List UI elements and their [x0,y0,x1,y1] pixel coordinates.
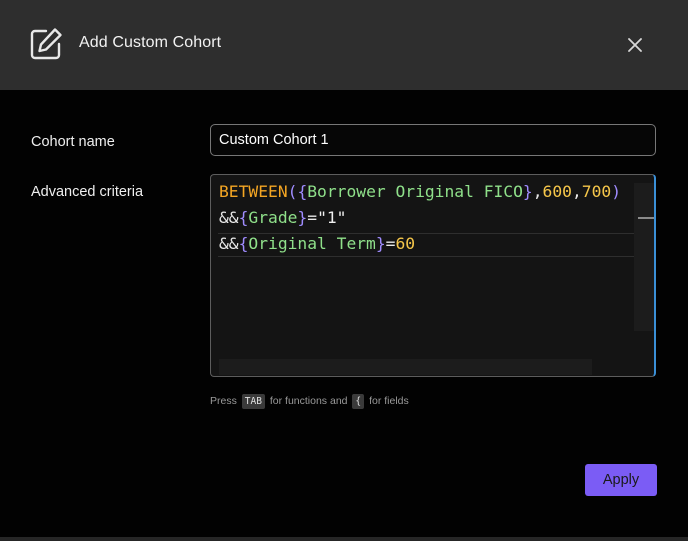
code-token: } [375,234,386,253]
code-token: 700 [581,182,612,201]
code-line-3: &&{Original Term}=60 [219,232,415,256]
cohort-name-label: Cohort name [31,134,115,150]
code-token: ) [611,182,621,201]
code-token: "1" [317,208,347,227]
tab-key-badge: TAB [241,394,265,409]
code-token: 60 [395,234,416,253]
brace-key-badge: { [352,394,365,409]
code-token: && [219,234,239,253]
hint-suffix: for fields [369,395,409,407]
code-token: } [522,182,533,201]
add-custom-cohort-dialog: Add Custom Cohort Cohort name Advanced c… [0,0,688,541]
code-line-1: BETWEEN({Borrower Original FICO},600,700… [219,180,621,204]
code-token: = [307,208,318,227]
code-token: ( [287,182,298,201]
bottom-divider [0,537,688,541]
code-line-2: &&{Grade}="1" [219,206,346,230]
dialog-header: Add Custom Cohort [0,0,688,90]
hint-prefix: Press [210,395,237,407]
horizontal-scrollbar[interactable] [219,359,592,375]
code-token: Borrower Original FICO [307,182,523,201]
edit-icon [30,28,62,60]
code-token: { [238,208,249,227]
code-token: && [219,208,239,227]
code-token: 600 [542,182,572,201]
code-token: Original Term [248,234,376,253]
vertical-scrollbar-thumb[interactable] [638,217,654,219]
code-token: , [571,182,582,201]
dialog-title: Add Custom Cohort [79,34,222,51]
advanced-criteria-label: Advanced criteria [31,184,144,200]
vertical-scrollbar[interactable] [634,183,654,331]
code-token: = [385,234,396,253]
editor-hint: Press TAB for functions and { for fields [210,394,409,409]
code-token: { [297,182,308,201]
close-icon[interactable] [622,32,648,58]
code-token: Grade [248,208,298,227]
hint-middle: for functions and [269,395,348,407]
code-token: , [532,182,543,201]
criteria-code-editor[interactable]: BETWEEN({Borrower Original FICO},600,700… [210,174,656,377]
code-token: BETWEEN [219,182,288,201]
code-token: { [238,234,249,253]
code-token: } [297,208,308,227]
cohort-name-input[interactable] [210,124,656,156]
apply-button[interactable]: Apply [585,464,657,496]
